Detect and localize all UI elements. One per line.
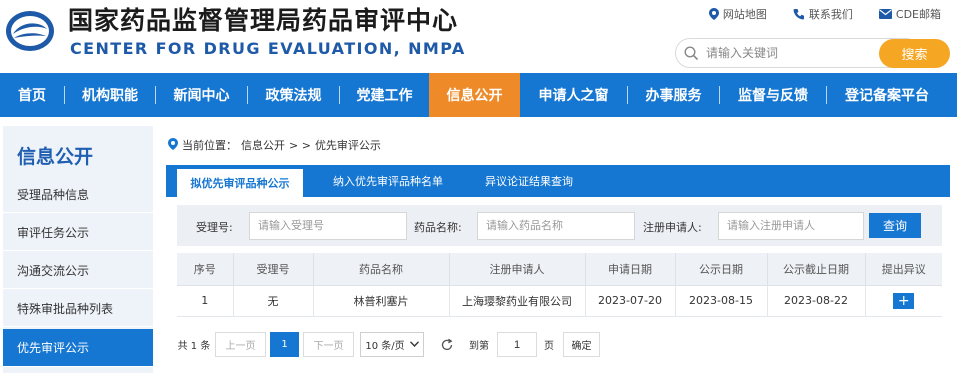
page-size-value: 10 条/页 [365, 341, 405, 352]
site-search-input[interactable] [706, 44, 866, 62]
column-header-applicant: 注册申请人 [449, 253, 586, 286]
goto-page-input[interactable] [497, 332, 537, 357]
cde-logo[interactable] [4, 9, 56, 53]
goto-confirm-button[interactable]: 确定 [563, 332, 600, 357]
page-size-select[interactable]: 10 条/页 [360, 332, 424, 357]
sidebar: 信息公开 受理品种信息 审评任务公示 沟通交流公示 特殊审批品种列表 优先审评公… [3, 126, 153, 373]
column-header-publish-date: 公示日期 [675, 253, 768, 286]
page: 国家药品监督管理局药品审评中心 CENTER FOR DRUG EVALUATI… [0, 0, 957, 373]
cell-publish-date: 2023-08-15 [675, 285, 768, 317]
sidebar-item-special-approval[interactable]: 特殊审批品种列表 [3, 290, 153, 327]
accept-no-input[interactable] [249, 212, 407, 240]
contact-link[interactable]: 联系我们 [793, 6, 853, 22]
nav-info-disclosure[interactable]: 信息公开 [429, 73, 520, 117]
drug-name-label: 药品名称: [414, 221, 462, 234]
filter-bar: 受理号: 药品名称: 注册申请人: 查询 [177, 205, 942, 246]
raise-objection-button[interactable]: + [893, 292, 915, 309]
cell-objection: + [865, 285, 942, 317]
contact-link-label: 联系我们 [808, 8, 853, 21]
nav-functions[interactable]: 机构职能 [65, 73, 155, 117]
cell-apply-date: 2023-07-20 [585, 285, 676, 317]
column-header-no: 序号 [177, 253, 234, 286]
main-nav: 首页 机构职能 新闻中心 政策法规 党建工作 信息公开 申请人之窗 办事服务 监… [0, 73, 957, 117]
column-header-accept-no: 受理号 [233, 253, 314, 286]
column-header-deadline: 公示截止日期 [767, 253, 866, 286]
nav-policies[interactable]: 政策法规 [248, 73, 339, 117]
sidebar-title: 信息公开 [17, 146, 94, 168]
pagination-page-1[interactable]: 1 [270, 332, 299, 357]
sidebar-item-review-tasks[interactable]: 审评任务公示 [3, 214, 153, 251]
location-pin-icon [708, 8, 719, 20]
sidebar-item-accepted-drugs[interactable]: 受理品种信息 [3, 176, 153, 213]
applicant-input[interactable] [718, 212, 864, 240]
nav-registration-platform[interactable]: 登记备案平台 [827, 73, 947, 117]
nav-home[interactable]: 首页 [0, 73, 64, 117]
phone-icon [793, 8, 805, 20]
chevron-down-icon [409, 339, 419, 350]
tab-bar: 拟优先审评品种公示 纳入优先审评品种名单 异议论证结果查询 [166, 165, 950, 197]
drug-name-input[interactable] [477, 212, 635, 240]
mail-icon [878, 9, 892, 19]
sitemap-link-label: 网站地图 [722, 8, 767, 21]
pagination-prev-button[interactable]: 上一页 [215, 332, 266, 357]
search-icon [684, 46, 699, 65]
pagination-total: 共 1 条 [177, 341, 211, 352]
query-button[interactable]: 查询 [869, 213, 921, 238]
cde-mail-link[interactable]: CDE邮箱 [878, 6, 941, 22]
breadcrumb-prefix: 当前位置： [182, 139, 237, 152]
priority-review-table: 序号 受理号 药品名称 注册申请人 申请日期 公示日期 公示截止日期 提出异议 … [177, 253, 942, 317]
tab-objection-results[interactable]: 异议论证结果查询 [469, 165, 589, 197]
refresh-icon[interactable] [438, 332, 456, 357]
tab-proposed-priority[interactable]: 拟优先审评品种公示 [177, 169, 303, 197]
sidebar-item-priority-review[interactable]: 优先审评公示 [3, 329, 153, 367]
column-header-objection: 提出异议 [865, 253, 942, 286]
table-header-row: 序号 受理号 药品名称 注册申请人 申请日期 公示日期 公示截止日期 提出异议 [177, 253, 942, 286]
site-title-cn: 国家药品监督管理局药品审评中心 [68, 6, 459, 35]
cde-mail-link-label: CDE邮箱 [895, 8, 941, 21]
goto-label: 到第 [469, 341, 489, 352]
accept-no-label: 受理号: [196, 221, 233, 234]
breadcrumb-separator: > > [289, 138, 311, 152]
site-search-button[interactable]: 搜索 [879, 39, 950, 68]
column-header-drug-name: 药品名称 [313, 253, 450, 286]
location-pin-icon [168, 137, 178, 153]
applicant-label: 注册申请人: [643, 221, 702, 234]
nav-news[interactable]: 新闻中心 [156, 73, 247, 117]
cell-accept-no: 无 [233, 285, 314, 317]
site-header: 国家药品监督管理局药品审评中心 CENTER FOR DRUG EVALUATI… [0, 0, 957, 73]
sitemap-link[interactable]: 网站地图 [708, 6, 767, 22]
page-unit-label: 页 [544, 341, 554, 352]
sidebar-item-communication[interactable]: 沟通交流公示 [3, 252, 153, 289]
tab-included-priority-list[interactable]: 纳入优先审评品种名单 [318, 165, 458, 197]
pagination-next-button[interactable]: 下一页 [303, 332, 354, 357]
nav-supervision-feedback[interactable]: 监督与反馈 [720, 73, 826, 117]
cell-applicant: 上海璎黎药业有限公司 [449, 285, 586, 317]
nav-services[interactable]: 办事服务 [628, 73, 719, 117]
table-row: 1 无 林普利塞片 上海璎黎药业有限公司 2023-07-20 2023-08-… [177, 285, 942, 317]
top-links: 网站地图 联系我们 CDE邮箱 [708, 6, 941, 22]
cell-no: 1 [177, 285, 234, 317]
cell-drug-name: 林普利塞片 [313, 285, 450, 317]
cell-deadline: 2023-08-22 [767, 285, 866, 317]
nav-party-building[interactable]: 党建工作 [340, 73, 429, 117]
breadcrumb-info-disclosure[interactable]: 信息公开 [241, 137, 285, 153]
site-title-en: CENTER FOR DRUG EVALUATION, NMPA [70, 39, 466, 58]
breadcrumb-current: 优先审评公示 [314, 139, 381, 152]
breadcrumb: 当前位置： 信息公开 > > 优先审评公示 [168, 137, 381, 153]
column-header-apply-date: 申请日期 [585, 253, 676, 286]
nav-applicant-window[interactable]: 申请人之窗 [520, 73, 627, 117]
